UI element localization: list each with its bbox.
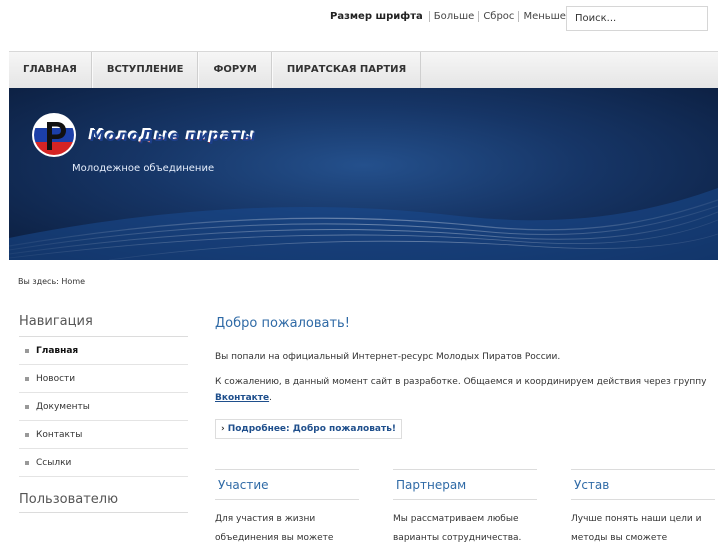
read-more-label: Подробнее: Добро пожаловать!	[227, 424, 396, 434]
column-text-line: Лучше понять наши цели и	[571, 514, 702, 524]
logo-emblem-icon[interactable]	[31, 112, 77, 158]
sidebar-item-label: Главная	[36, 345, 79, 356]
column-text-line: методы вы сможете	[571, 533, 668, 543]
intro-paragraph: Вы попали на официальный Интернет-ресурс…	[215, 352, 561, 362]
sidebar-title: Навигация	[19, 314, 188, 337]
bullet-icon	[25, 376, 29, 381]
column-participation: Участие Для участия в жизни объединения в…	[215, 469, 359, 545]
page-title[interactable]: Добро пожаловать!	[215, 316, 715, 331]
column-partners: Партнерам Мы рассматриваем любые варианты…	[393, 469, 537, 545]
status-text: К сожалению, в данный момент сайт в разр…	[215, 377, 707, 387]
status-period: .	[269, 393, 272, 403]
column-text-line: варианты сотрудничества.	[393, 533, 522, 543]
sidebar-menu: Главная Новости Документы Контакты Ссылк…	[19, 337, 188, 477]
main-content: Добро пожаловать! Вы попали на официальн…	[215, 316, 715, 439]
sidebar-item-contacts[interactable]: Контакты	[19, 421, 188, 449]
breadcrumb: Вы здесь: Home	[18, 277, 86, 286]
nav-item-pirate-party[interactable]: ПИРАТСКАЯ ПАРТИЯ	[271, 52, 422, 88]
status-paragraph: К сожалению, в данный момент сайт в разр…	[215, 374, 715, 406]
font-reset-link[interactable]: Сброс	[478, 11, 518, 22]
font-size-controls: Размер шрифта Больше Сброс Меньше	[330, 11, 570, 22]
search-input[interactable]	[566, 6, 708, 31]
font-smaller-link[interactable]: Меньше	[518, 11, 570, 22]
font-bigger-link[interactable]: Больше	[428, 11, 479, 22]
sidebar: Навигация Главная Новости Документы Конт…	[19, 314, 188, 513]
sidebar-item-label: Контакты	[36, 429, 83, 440]
bullet-icon	[25, 460, 29, 465]
site-logo-text[interactable]: МолоДые пираты	[89, 126, 256, 144]
sidebar-item-news[interactable]: Новости	[19, 365, 188, 393]
nav-item-home[interactable]: ГЛАВНАЯ	[9, 52, 92, 88]
column-text-line: Для участия в жизни	[215, 514, 316, 524]
font-size-label: Размер шрифта	[330, 11, 423, 22]
top-bar: Размер шрифта Больше Сброс Меньше	[0, 0, 727, 50]
column-charter: Устав Лучше понять наши цели и методы вы …	[571, 469, 715, 545]
column-text-line: Мы рассматриваем любые	[393, 514, 519, 524]
sidebar-user-title: Пользователю	[19, 492, 188, 513]
vkontakte-link[interactable]: Вконтакте	[215, 393, 269, 403]
sidebar-item-home[interactable]: Главная	[19, 337, 188, 365]
header-banner: МолоДые пираты Молодежное объединение	[9, 88, 718, 260]
column-text: Лучше понять наши цели и методы вы сможет…	[571, 510, 715, 545]
nav-item-join[interactable]: ВСТУПЛЕНИЕ	[91, 52, 199, 88]
site-tagline: Молодежное объединение	[72, 163, 215, 174]
column-title[interactable]: Участие	[215, 478, 359, 500]
sidebar-item-links[interactable]: Ссылки	[19, 449, 188, 477]
bullet-icon	[25, 404, 29, 409]
column-text: Для участия в жизни объединения вы можете	[215, 510, 359, 545]
sidebar-item-documents[interactable]: Документы	[19, 393, 188, 421]
nav-item-forum[interactable]: ФОРУМ	[198, 52, 272, 88]
banner-waves	[9, 188, 718, 260]
chevron-right-icon: ›	[221, 424, 225, 434]
sidebar-item-label: Новости	[36, 373, 76, 384]
column-title[interactable]: Устав	[571, 478, 715, 500]
column-text-line: объединения вы можете	[215, 533, 334, 543]
bullet-icon	[25, 348, 29, 353]
sidebar-item-label: Документы	[36, 401, 90, 412]
info-columns: Участие Для участия в жизни объединения в…	[215, 469, 715, 545]
read-more-button[interactable]: › Подробнее: Добро пожаловать!	[215, 419, 402, 439]
column-title[interactable]: Партнерам	[393, 478, 537, 500]
main-nav: ГЛАВНАЯ ВСТУПЛЕНИЕ ФОРУМ ПИРАТСКАЯ ПАРТИ…	[9, 51, 718, 88]
sidebar-item-label: Ссылки	[36, 457, 72, 468]
column-text: Мы рассматриваем любые варианты сотруднич…	[393, 510, 537, 545]
bullet-icon	[25, 432, 29, 437]
